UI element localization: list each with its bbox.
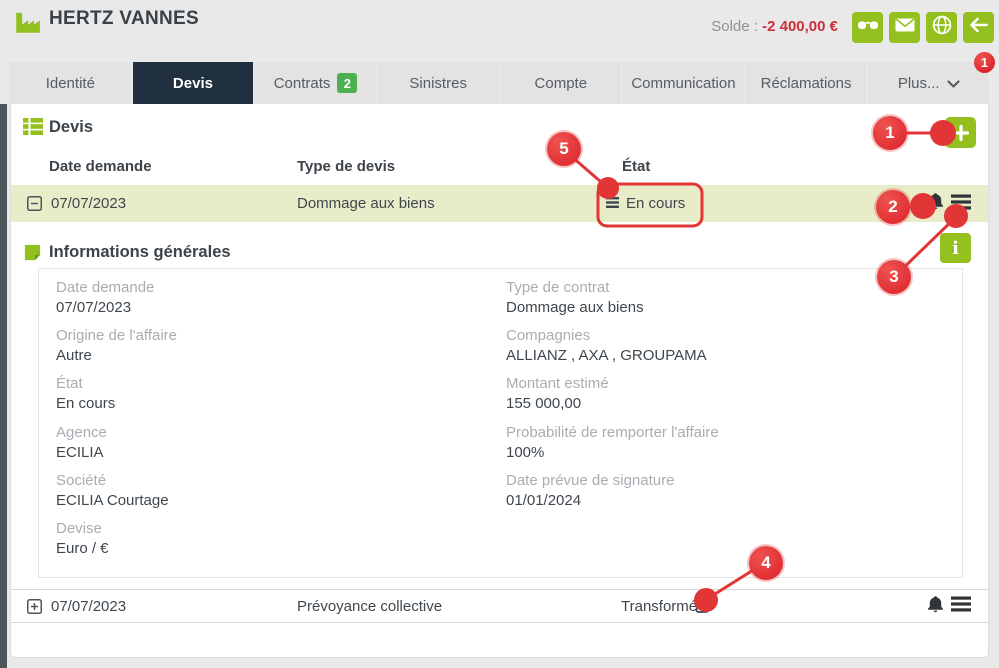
devis-row-collapsed[interactable]: 07/07/2023 Prévoyance collective Transfo… [11,589,988,623]
section-title-informations: Informations générales [49,243,231,262]
field-label: Type de contrat [506,278,936,298]
field-value: 07/07/2023 [56,298,486,318]
field-value: Autre [56,346,486,366]
row-date: 07/07/2023 [51,185,126,222]
field-label: Société [56,471,486,491]
row-alert-button[interactable] [926,590,945,622]
left-edge-strip [0,104,7,668]
row-alert-button[interactable] [926,185,945,222]
bell-icon [926,192,945,215]
view-button[interactable] [852,12,883,43]
glasses-icon [857,18,879,37]
tab-devis[interactable]: Devis [133,62,254,104]
column-header-date: Date demande [49,158,152,175]
field-value: En cours [56,394,486,414]
arrow-left-icon [969,17,988,38]
column-header-etat: État [622,158,650,175]
balance-label: Solde : [711,18,758,35]
info-button[interactable]: i [940,233,971,263]
section-title-devis: Devis [49,118,93,137]
field-value: ECILIA [56,443,486,463]
balance-value: -2 400,00 € [762,18,838,35]
sticky-note-icon [23,243,42,267]
email-button[interactable] [889,12,920,43]
field-value: 100% [506,443,936,463]
tab-compte[interactable]: Compte [501,62,622,104]
status-menu-icon [606,195,619,212]
envelope-icon [895,18,915,37]
column-header-type: Type de devis [297,158,395,175]
devis-panel: Devis Date demande Type de devis État 07… [10,104,989,658]
field-value: ALLIANZ , AXA , GROUPAMA [506,346,936,366]
tab-identite[interactable]: Identité [10,62,131,104]
field-value: 155 000,00 [506,394,936,414]
field-label: État [56,374,486,394]
add-devis-button[interactable] [945,117,976,148]
balance: Solde : -2 400,00 € [711,18,838,35]
table-list-icon [23,118,43,140]
field-value: Euro / € [56,539,486,559]
tab-contrats[interactable]: Contrats 2 [255,62,376,104]
field-value: Dommage aux biens [506,298,936,318]
hamburger-menu-icon [951,596,971,616]
field-label: Date prévue de signature [506,471,936,491]
row-etat[interactable]: En cours [606,185,685,222]
row-menu-button[interactable] [951,590,971,622]
contrats-count-badge: 2 [337,73,357,93]
website-button[interactable] [926,12,957,43]
field-value: ECILIA Courtage [56,491,486,511]
row-type: Dommage aux biens [297,185,435,222]
back-button[interactable] [963,12,994,43]
devis-row-expanded[interactable]: 07/07/2023 Dommage aux biens En cours [11,185,988,222]
field-label: Probabilité de remporter l'affaire [506,423,936,443]
tab-sinistres[interactable]: Sinistres [378,62,499,104]
client-title: HERTZ VANNES [49,8,199,30]
field-label: Devise [56,519,486,539]
tab-bar: Identité Devis Contrats 2 Sinistres Comp… [10,62,989,104]
tab-reclamations[interactable]: Réclamations [746,62,867,104]
plus-tab-notification-badge: 1 [974,52,995,73]
field-label: Origine de l'affaire [56,326,486,346]
globe-icon [932,15,952,40]
tab-communication[interactable]: Communication [623,62,744,104]
row-etat: Transformé [621,590,697,622]
factory-icon [13,10,41,39]
tab-plus[interactable]: Plus... [868,62,989,104]
field-label: Date demande [56,278,486,298]
field-label: Agence [56,423,486,443]
row-menu-button[interactable] [951,185,971,222]
expand-row-icon[interactable] [27,590,42,622]
field-label: Compagnies [506,326,936,346]
chevron-down-icon [947,75,960,92]
hamburger-menu-icon [951,194,971,214]
bell-icon [926,595,945,618]
collapse-row-icon[interactable] [27,185,42,222]
row-date: 07/07/2023 [51,590,126,622]
field-value: 01/01/2024 [506,491,936,511]
field-label: Montant estimé [506,374,936,394]
transformed-edit-icon[interactable] [695,590,711,622]
row-type: Prévoyance collective [297,590,442,622]
